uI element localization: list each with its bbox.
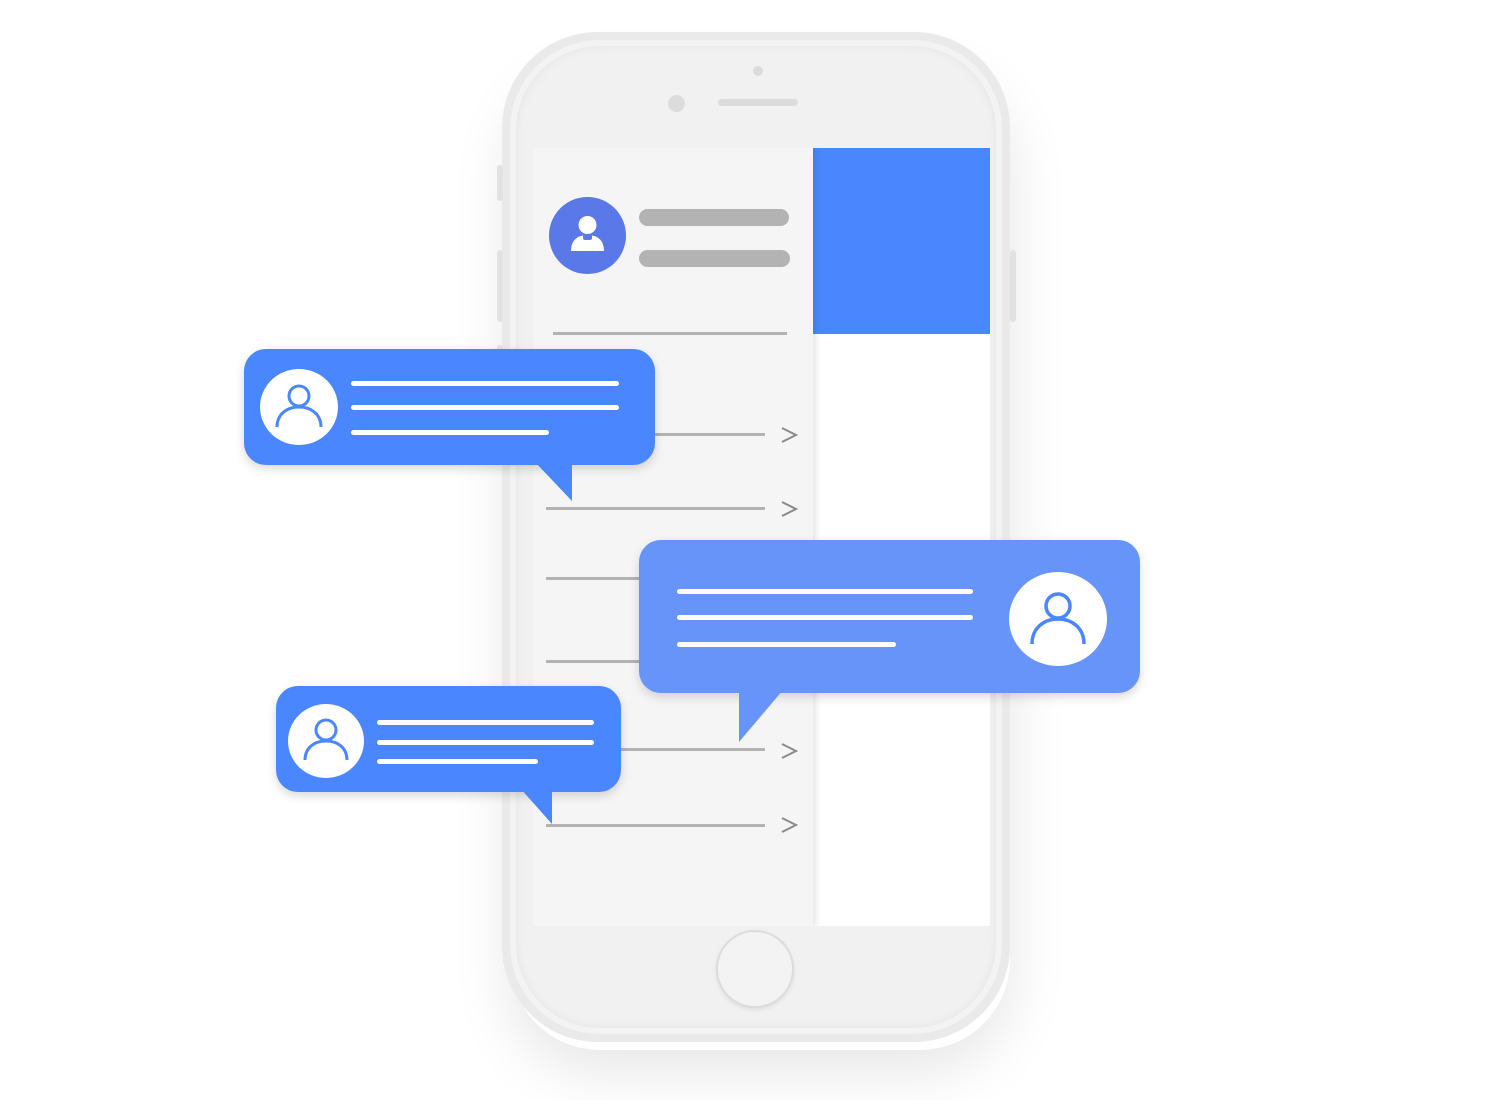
volume-up-button xyxy=(497,250,503,322)
chevron-right-icon xyxy=(781,817,799,833)
header-panel xyxy=(813,148,990,334)
message-line xyxy=(677,615,973,620)
chat-bubble-3[interactable] xyxy=(276,686,621,824)
message-line xyxy=(351,381,619,386)
message-line xyxy=(377,740,594,745)
bubble-avatar xyxy=(260,369,338,445)
bubble-tail xyxy=(520,788,552,824)
profile-name-placeholder xyxy=(639,209,789,226)
message-line xyxy=(351,430,549,435)
front-camera-icon xyxy=(668,95,685,112)
menu-item-line[interactable] xyxy=(546,824,765,827)
drawer-divider xyxy=(553,332,787,335)
mute-switch xyxy=(497,165,503,201)
home-button[interactable] xyxy=(716,930,794,1008)
message-line xyxy=(677,642,896,647)
message-line xyxy=(377,759,538,764)
chevron-right-icon xyxy=(781,427,799,443)
chevron-right-icon xyxy=(781,501,799,517)
profile-avatar[interactable] xyxy=(549,197,626,274)
bubble-avatar xyxy=(1009,572,1107,666)
message-line xyxy=(351,405,619,410)
illustration xyxy=(0,0,1500,1100)
bubble-avatar xyxy=(288,704,364,778)
chat-bubble-2[interactable] xyxy=(639,540,1140,742)
chevron-right-icon xyxy=(781,743,799,759)
power-button xyxy=(1010,250,1016,322)
chat-bubble-1[interactable] xyxy=(244,349,655,501)
menu-item-line[interactable] xyxy=(546,507,765,510)
message-line xyxy=(677,589,973,594)
user-icon xyxy=(571,216,604,251)
user-outline-icon xyxy=(303,718,349,761)
user-outline-icon xyxy=(275,384,323,428)
phone-screen xyxy=(533,148,990,926)
bubble-tail xyxy=(534,461,572,501)
message-line xyxy=(377,720,594,725)
bubble-tail xyxy=(739,690,783,742)
profile-subtitle-placeholder xyxy=(639,250,790,267)
earpiece-speaker xyxy=(718,99,798,106)
user-outline-icon xyxy=(1030,592,1086,645)
side-drawer xyxy=(533,148,813,926)
proximity-sensor xyxy=(753,66,763,76)
